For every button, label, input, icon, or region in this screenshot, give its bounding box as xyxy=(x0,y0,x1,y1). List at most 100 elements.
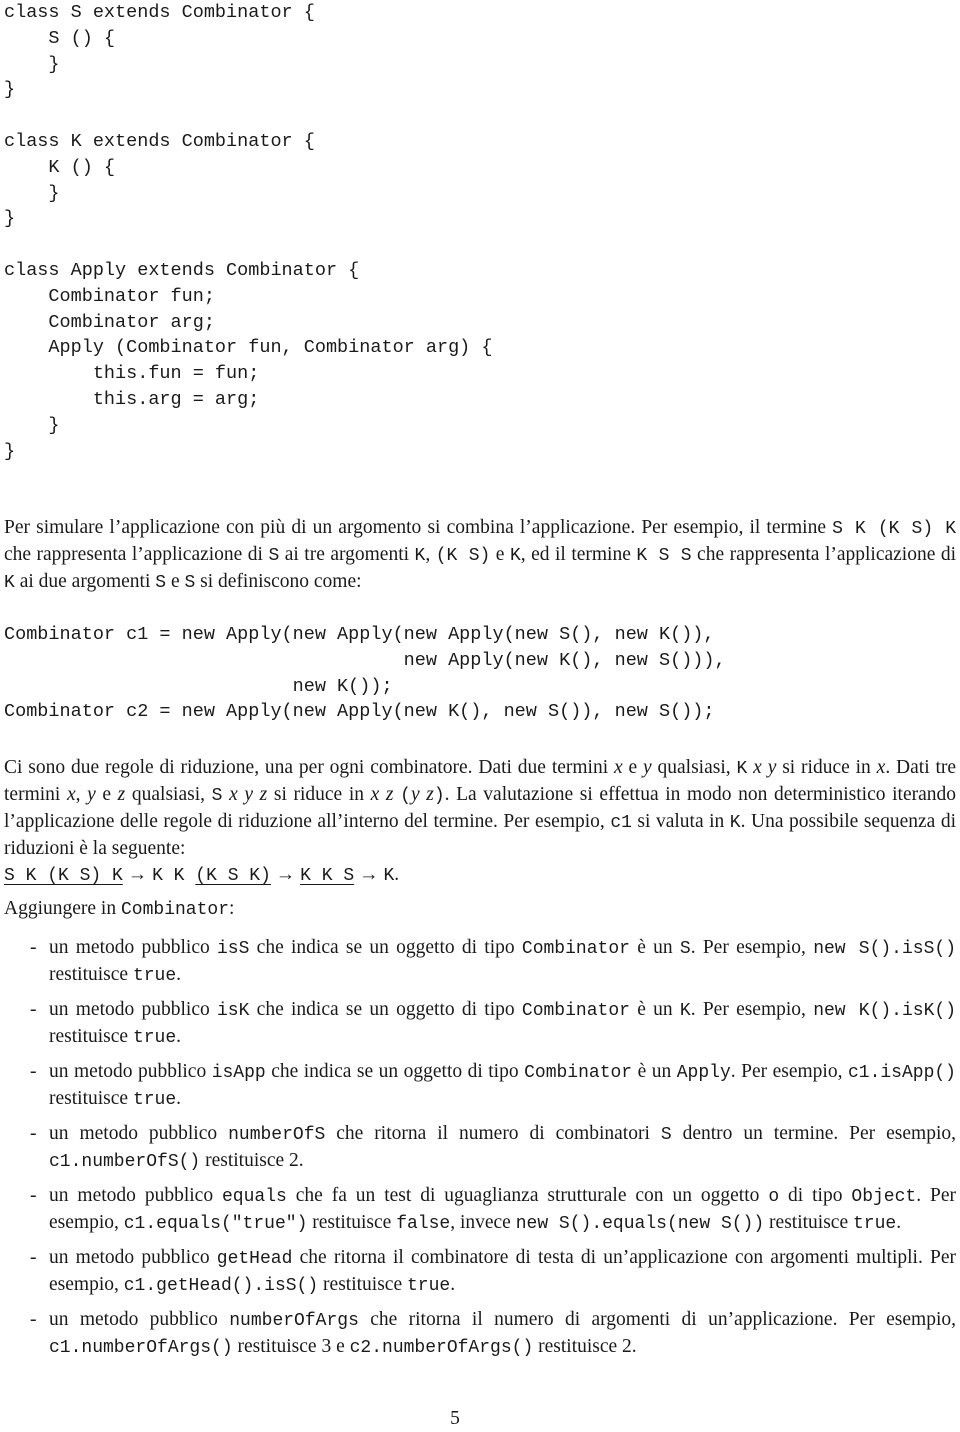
text-run: , invece xyxy=(450,1212,516,1233)
code-term: S xyxy=(660,1125,672,1145)
code-term: new S().isS() xyxy=(813,939,956,959)
redex-underlined: K K S xyxy=(300,866,355,886)
text-run: . xyxy=(450,1274,456,1295)
code-term: isS xyxy=(217,939,250,959)
text-run: che indica se un oggetto di tipo xyxy=(249,937,522,958)
code-term: Object xyxy=(851,1187,917,1207)
text-run: restituisce 3 e xyxy=(232,1336,350,1357)
text-run: un metodo pubblico xyxy=(49,1309,230,1330)
code-term: Combinator xyxy=(521,939,630,959)
code-block-example: Combinator c1 = new Apply(new Apply(new … xyxy=(4,624,726,723)
code-term: K xyxy=(509,546,521,566)
code-term: K S S xyxy=(636,546,692,566)
text-run: restituisce xyxy=(318,1274,407,1295)
bullet-dash: - xyxy=(30,1247,37,1268)
code-term: getHead xyxy=(216,1249,293,1269)
code-term: Apply xyxy=(676,1063,731,1083)
list-item: - un metodo pubblico isK che indica se un… xyxy=(30,997,956,1051)
code-term: o xyxy=(768,1187,780,1207)
bullet-dash: - xyxy=(30,1185,37,1206)
text-run: che indica se un oggetto di tipo xyxy=(265,1061,525,1082)
code-term: c1.numberOfArgs() xyxy=(49,1338,233,1358)
code-term: c1.equals("true") xyxy=(123,1214,308,1234)
text-run: che ritorna il numero di argomenti di un… xyxy=(358,1309,956,1330)
bullet-dash: - xyxy=(30,1061,37,1082)
bullet-dash: - xyxy=(30,1309,37,1330)
list-item: - un metodo pubblico isS che indica se un… xyxy=(30,935,956,989)
code-term: K xyxy=(414,546,426,566)
arrow-icon: → xyxy=(275,864,296,885)
code-term: c1.isApp() xyxy=(847,1063,956,1083)
text-run: restituisce xyxy=(764,1212,853,1233)
reduction-sequence: S K (K S) K → K K (K S K) → K K S → K. xyxy=(4,864,400,886)
arrow-icon: → xyxy=(127,864,148,885)
list-item: - un metodo pubblico numberOfS che ritorn… xyxy=(30,1121,956,1175)
code-term: S xyxy=(268,546,280,566)
text-run: un metodo pubblico xyxy=(49,937,217,958)
text-run: un metodo pubblico xyxy=(49,1123,229,1144)
code-term: true xyxy=(852,1214,897,1234)
code-term: Combinator xyxy=(524,1063,633,1083)
code-term: S xyxy=(155,573,167,593)
code-term: false xyxy=(396,1214,451,1234)
code-block-classes: class S extends Combinator { S () { } } … xyxy=(4,2,493,462)
text-run: un metodo pubblico xyxy=(49,1247,217,1268)
code-term: c1.numberOfS() xyxy=(49,1152,201,1172)
code-term: numberOfS xyxy=(228,1125,326,1145)
text-run: un metodo pubblico xyxy=(49,1185,222,1206)
code-term: S xyxy=(679,939,691,959)
list-item: - un metodo pubblico isApp che indica se … xyxy=(30,1059,956,1113)
text-run: . xyxy=(176,1088,182,1109)
code-term: isApp xyxy=(211,1063,266,1083)
text-run: . Per esempio, xyxy=(730,1061,848,1082)
intro-paragraph: Per simulare l’applicazione con più di u… xyxy=(4,517,957,593)
code-term: K xyxy=(4,573,15,593)
text-run: un metodo pubblico xyxy=(49,999,217,1020)
rules-paragraph: Ci sono due regole di riduzione, una per… xyxy=(4,757,957,886)
code-term: equals xyxy=(222,1187,287,1207)
methods-list: - un metodo pubblico isS che indica se un… xyxy=(30,935,956,1369)
text-run: restituisce xyxy=(307,1212,397,1233)
text-run: che indica se un oggetto di tipo xyxy=(249,999,522,1020)
text-run: è un xyxy=(629,937,680,958)
redex-underlined: S K (K S) K xyxy=(4,866,123,886)
code-term: Combinator xyxy=(521,1001,630,1021)
code-term: true xyxy=(132,1090,177,1110)
text-run: un metodo pubblico xyxy=(49,1061,212,1082)
text-run: restituisce xyxy=(49,1026,133,1047)
bullet-dash: - xyxy=(30,1123,37,1144)
text-run: è un xyxy=(632,1061,677,1082)
list-item: - un metodo pubblico numberOfArgs che rit… xyxy=(30,1307,956,1361)
code-term: c1.getHead().isS() xyxy=(123,1276,319,1296)
code-term: S xyxy=(184,573,196,593)
text-run: che ritorna il numero di combinatori xyxy=(325,1123,661,1144)
text-run: restituisce xyxy=(49,1088,133,1109)
text-run: . Per esempio, xyxy=(690,937,814,958)
bullet-dash: - xyxy=(30,937,37,958)
text-run: . xyxy=(896,1212,902,1233)
list-item: - un metodo pubblico getHead che ritorna … xyxy=(30,1245,956,1299)
code-term: (K S) xyxy=(435,546,491,566)
text-run: . xyxy=(176,964,182,985)
code-term: K xyxy=(679,1001,691,1021)
page-number: 5 xyxy=(450,1408,460,1429)
arrow-icon: → xyxy=(359,864,379,885)
text-run: è un xyxy=(629,999,680,1020)
text-run: . xyxy=(176,1026,182,1047)
text-run: restituisce 2. xyxy=(533,1336,637,1357)
code-term: true xyxy=(132,1028,177,1048)
code-term: true xyxy=(132,966,177,986)
text-run: . Per esempio, xyxy=(690,999,814,1020)
text-run: dentro un termine. Per esempio, xyxy=(671,1123,956,1144)
task-heading: Aggiungere in Combinator: xyxy=(4,898,235,920)
code-term: numberOfArgs xyxy=(229,1311,359,1331)
code-term: S K (K S) K xyxy=(832,519,956,539)
code-term: new S().equals(new S()) xyxy=(515,1214,765,1234)
redex-underlined: (K S K) xyxy=(195,866,271,886)
code-term: isK xyxy=(217,1001,250,1021)
bullet-dash: - xyxy=(30,999,37,1020)
code-term: new K().isK() xyxy=(813,1001,956,1021)
list-item: - un metodo pubblico equals che fa un tes… xyxy=(30,1183,956,1237)
text-run: di tipo xyxy=(779,1185,852,1206)
code-term: true xyxy=(406,1276,451,1296)
